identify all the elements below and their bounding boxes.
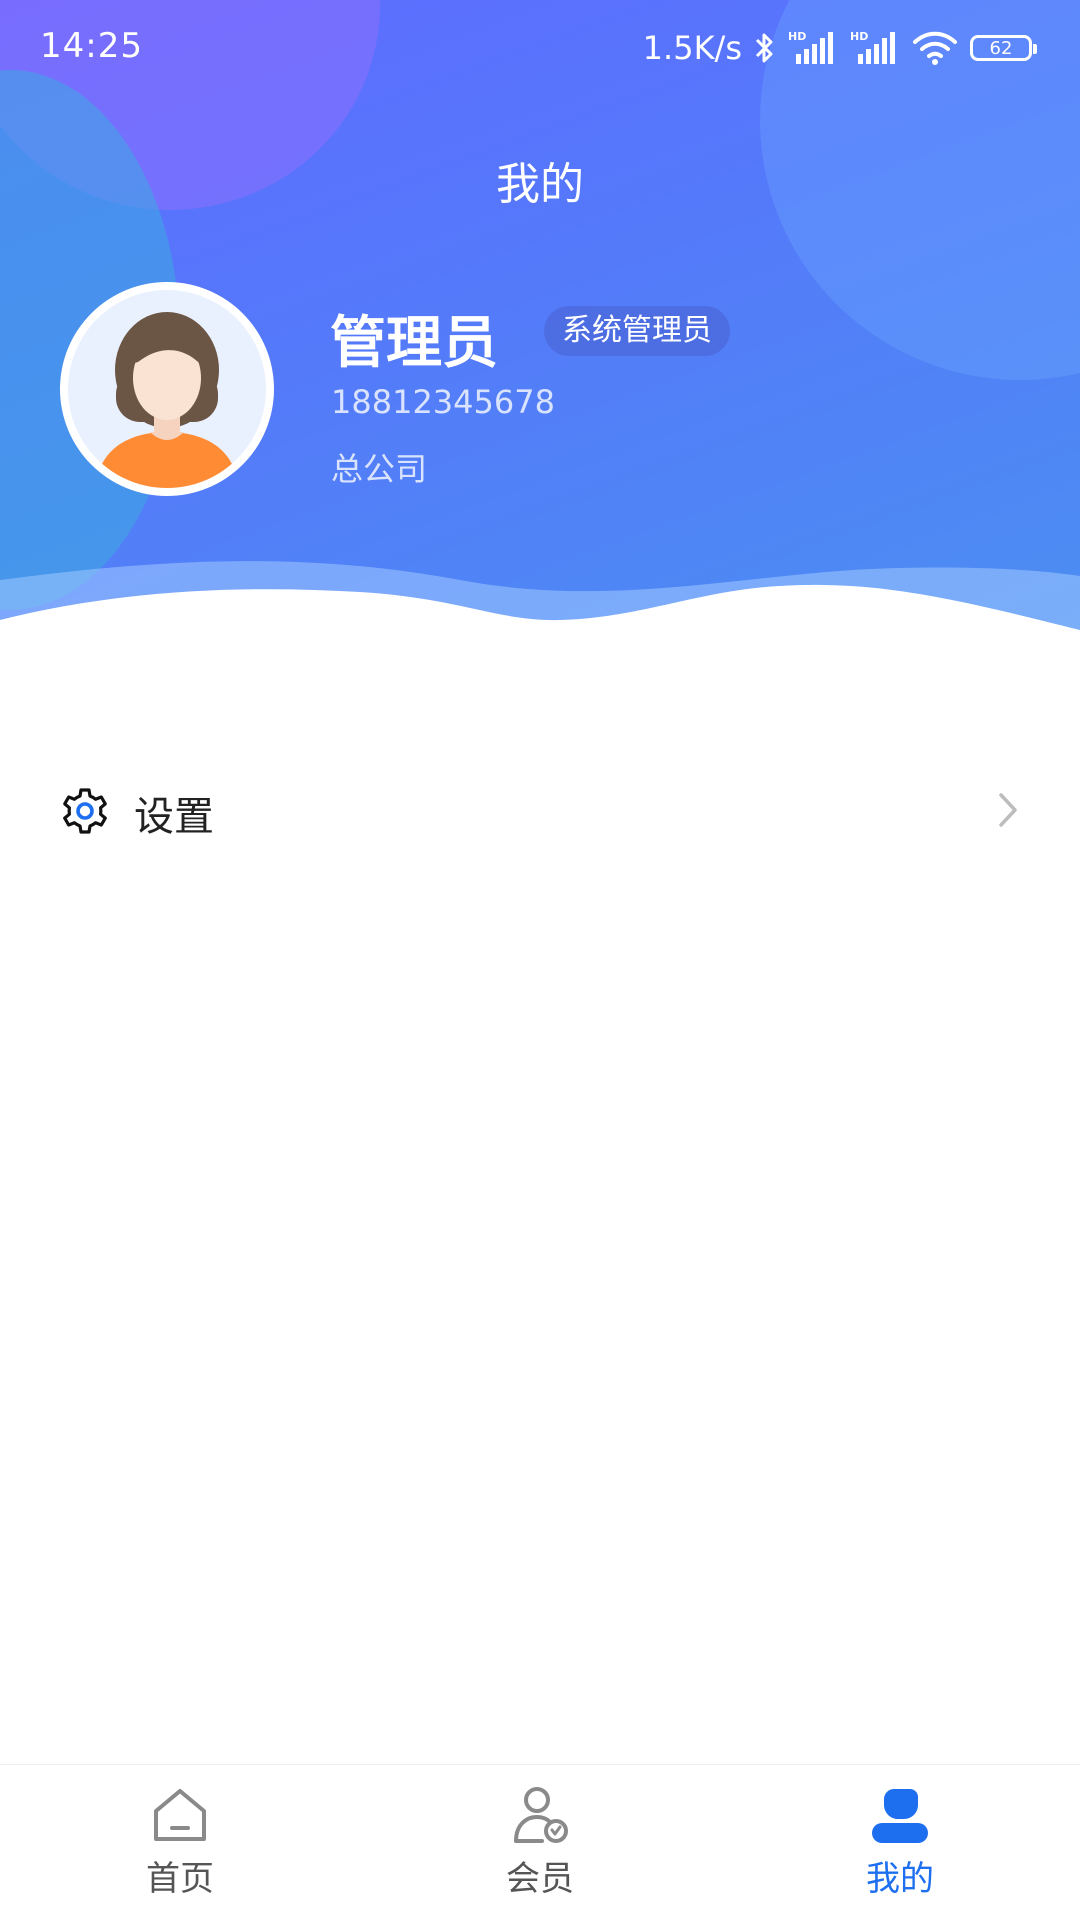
role-badge: 系统管理员 — [544, 306, 730, 356]
avatar[interactable] — [60, 282, 274, 496]
signal-icon: HD — [850, 30, 895, 64]
home-icon — [154, 1789, 206, 1841]
network-speed: 1.5K/s — [642, 29, 742, 67]
profile-name: 管理员 — [330, 311, 498, 376]
member-icon — [514, 1787, 568, 1843]
nav-label: 我的 — [866, 1859, 934, 1899]
chevron-right-icon — [999, 793, 1017, 827]
svg-text:HD: HD — [850, 30, 868, 43]
nav-label: 会员 — [506, 1859, 574, 1899]
profile-company: 总公司 — [331, 450, 428, 488]
gear-icon — [63, 788, 107, 834]
menu-item-label: 设置 — [134, 794, 214, 840]
signal-icon: HD — [788, 30, 833, 64]
status-indicators: 1.5K/s HD HD 62 — [642, 26, 1037, 70]
user-icon — [872, 1789, 928, 1843]
wifi-icon — [913, 31, 957, 65]
header-wave — [0, 561, 1080, 680]
menu-item-settings[interactable]: 设置 — [0, 760, 1080, 860]
profile-phone: 18812345678 — [331, 383, 555, 421]
nav-item-member[interactable]: 会员 — [450, 1785, 630, 1905]
avatar-illustration — [96, 312, 238, 488]
bottom-nav: 首页 会员 我的 — [0, 1764, 1080, 1921]
battery-icon: 62 — [970, 35, 1037, 61]
nav-item-home[interactable]: 首页 — [90, 1785, 270, 1905]
bluetooth-icon — [755, 33, 773, 63]
svg-text:HD: HD — [788, 30, 806, 43]
status-time: 14:25 — [40, 26, 143, 66]
page-title: 我的 — [496, 159, 584, 210]
status-bar: 14:25 1.5K/s HD HD 62 — [0, 0, 1080, 96]
battery-level: 62 — [989, 37, 1013, 59]
nav-item-mine[interactable]: 我的 — [810, 1785, 990, 1905]
nav-label: 首页 — [146, 1859, 214, 1899]
